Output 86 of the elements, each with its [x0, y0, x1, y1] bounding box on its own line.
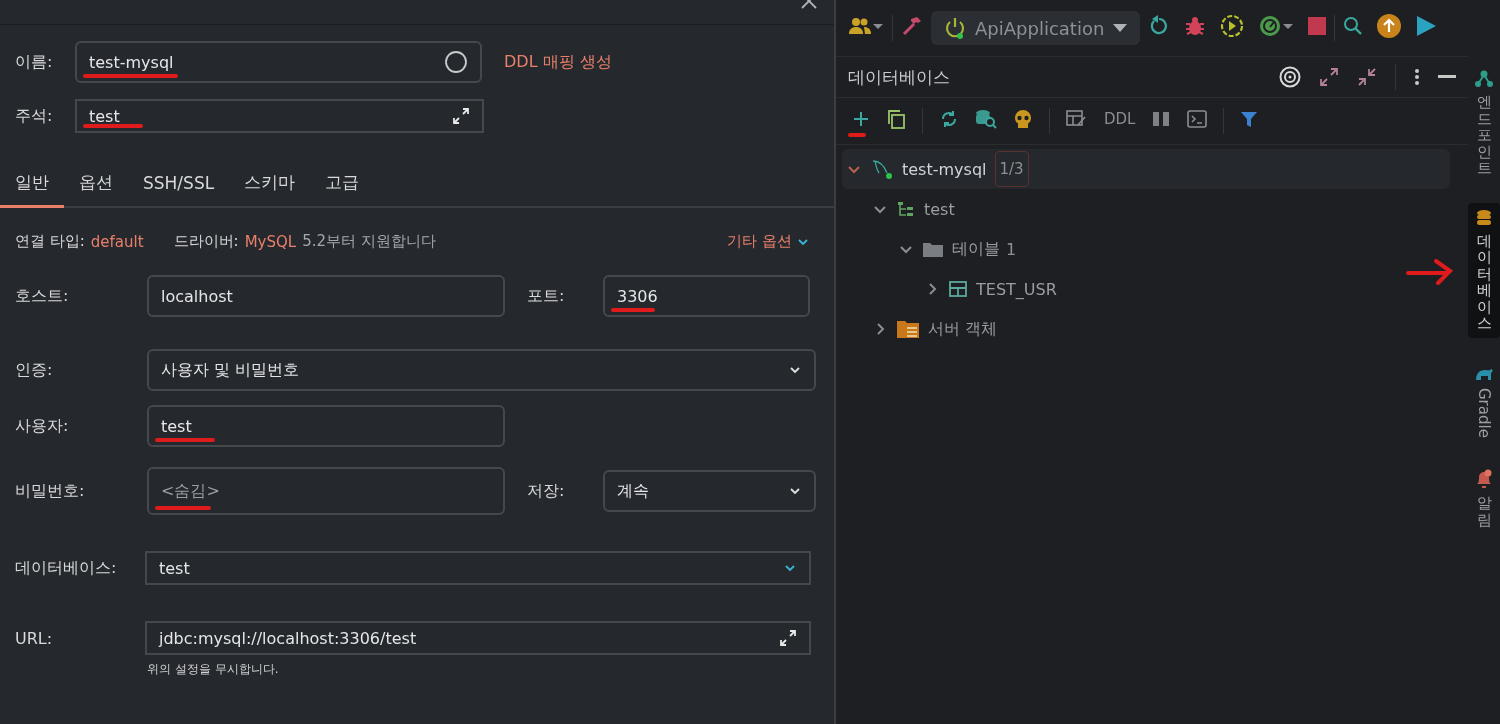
text-field[interactable]: test-mysql — [75, 41, 482, 83]
folder-icon — [922, 240, 944, 258]
tree-item[interactable]: 테이블 1 — [842, 229, 1450, 269]
field-label: 데이터베이스: — [15, 557, 118, 579]
run-configuration-dropdown[interactable]: ApiApplication — [931, 11, 1141, 45]
annotation-underline — [848, 133, 866, 137]
tab[interactable]: 일반 — [0, 163, 64, 208]
tab[interactable]: 고급 — [310, 163, 375, 208]
status-circle-icon — [444, 50, 468, 74]
server-folder-icon — [896, 319, 920, 339]
count-badge: 1/3 — [994, 151, 1029, 187]
side-tab[interactable]: 데이터베이스 — [1468, 202, 1500, 338]
field-label: 사용자: — [15, 415, 70, 437]
filter-icon — [1240, 110, 1259, 128]
hint-text: 위의 설정을 무시합니다. — [147, 661, 280, 678]
hammer-icon — [901, 15, 923, 37]
field-label: 저장: — [526, 480, 566, 502]
refresh-icon — [939, 109, 959, 129]
field-label: 호스트: — [15, 285, 70, 307]
tree-item[interactable]: test — [842, 189, 1450, 229]
bug-icon — [1184, 15, 1207, 37]
text-field[interactable]: <숨김> — [147, 467, 505, 515]
power-icon — [943, 16, 967, 40]
stop-icon — [1308, 17, 1327, 35]
field-label: 주석: — [15, 105, 54, 127]
tree-item[interactable]: TEST_USR — [842, 269, 1450, 309]
field-label: 비밀번호: — [15, 480, 86, 502]
ddl-button[interactable]: DDL — [1098, 104, 1142, 138]
collapse-all-icon — [1357, 67, 1377, 87]
panel-title: 데이터베이스 — [848, 65, 951, 89]
text-field[interactable]: 3306 — [603, 275, 810, 317]
dropdown[interactable]: test — [145, 551, 811, 585]
tree-item[interactable]: 서버 객체 — [842, 309, 1450, 349]
side-tab[interactable]: 엔드포인트 — [1468, 64, 1500, 183]
tab[interactable]: 스키마 — [229, 163, 311, 208]
compare-icon — [1151, 109, 1172, 129]
table-edit-icon — [1066, 109, 1088, 129]
annotation-underline — [155, 506, 211, 510]
side-tab[interactable]: Gradle — [1468, 357, 1500, 444]
driver-link[interactable]: MySQL — [244, 232, 297, 251]
arrow-up-circle-icon — [1377, 14, 1402, 38]
text-field[interactable]: test — [75, 99, 484, 133]
field-label: 연결 타입: — [15, 232, 85, 251]
ddl-mapping-link[interactable]: DDL 매핑 생성 — [504, 51, 612, 73]
console-icon — [1187, 109, 1208, 129]
field-label: 드라이버: — [173, 232, 239, 251]
annotation-underline — [83, 124, 143, 128]
field-label: URL: — [15, 628, 54, 648]
plus-icon — [852, 110, 870, 128]
gauge-icon — [1258, 14, 1283, 38]
dropdown[interactable]: 사용자 및 비밀번호 — [147, 349, 816, 391]
annotation-underline — [155, 438, 215, 442]
network-icon — [1474, 70, 1494, 88]
users-icon — [848, 17, 872, 35]
tab[interactable]: SSH/SSL — [128, 163, 230, 208]
side-tab[interactable]: 알림 — [1468, 463, 1500, 535]
table-icon — [948, 280, 968, 298]
more-options-button[interactable]: 기타 옵션 — [727, 232, 810, 251]
item-count: 1 — [1006, 239, 1017, 259]
field-label: 포트: — [526, 285, 566, 307]
dropdown[interactable]: 계속 — [603, 470, 816, 512]
caret-icon — [1112, 22, 1129, 34]
play-circle-icon — [1220, 14, 1245, 38]
field-label: 인증: — [15, 359, 54, 381]
annotation-underline — [611, 308, 655, 312]
tab[interactable]: 옵션 — [64, 163, 128, 208]
database-icon — [1476, 208, 1492, 227]
skull-icon — [1013, 109, 1033, 129]
tree-item[interactable]: test-mysql 1/3 — [842, 149, 1450, 189]
text-field[interactable]: test — [147, 405, 505, 447]
search-icon — [1343, 16, 1364, 36]
expand-all-icon — [1319, 67, 1339, 87]
copy-icon — [886, 109, 906, 129]
target-icon — [1279, 66, 1301, 88]
schema-icon — [896, 200, 916, 218]
database-search-icon — [975, 109, 997, 129]
connection-type-value: default — [90, 232, 144, 251]
driver-note: 5.2부터 지원합니다 — [302, 232, 436, 251]
field-label: 이름: — [15, 51, 54, 73]
text-field[interactable]: localhost — [147, 275, 505, 317]
expand-icon — [779, 629, 797, 647]
more-icon — [1414, 68, 1420, 86]
expand-icon — [452, 107, 470, 125]
text-field[interactable]: jdbc:mysql://localhost:3306/test — [145, 621, 811, 655]
play-shape-icon — [1415, 14, 1438, 38]
minimize-icon — [1438, 75, 1456, 79]
